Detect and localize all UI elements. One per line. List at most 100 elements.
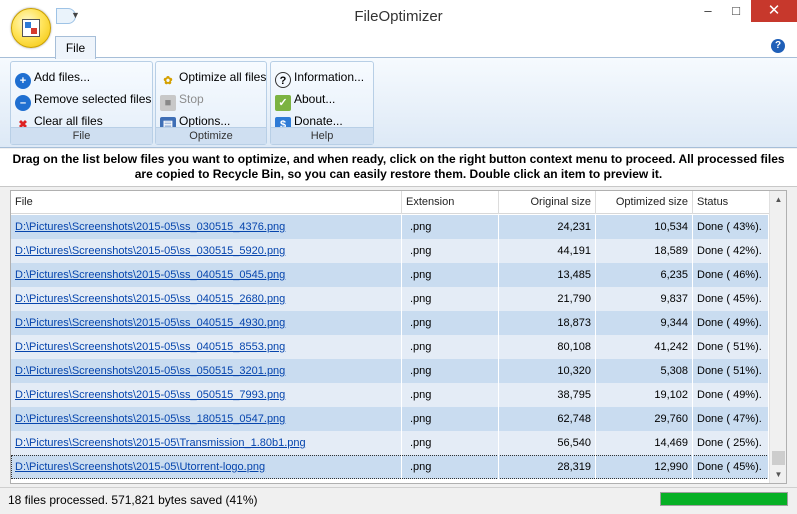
- scroll-up-icon[interactable]: ▲: [770, 191, 786, 208]
- tab-file[interactable]: File: [55, 36, 96, 59]
- cell-original-size: 80,108: [499, 335, 596, 359]
- table-row[interactable]: D:\Pictures\Screenshots\2015-05\Transmis…: [11, 431, 769, 455]
- about-button[interactable]: ✓ About...: [275, 89, 335, 111]
- add-files-button[interactable]: + Add files...: [15, 67, 90, 89]
- cell-optimized-size: 12,990: [596, 455, 693, 479]
- table-row[interactable]: D:\Pictures\Screenshots\2015-05\ss_03051…: [11, 239, 769, 263]
- ribbon: + Add files... – Remove selected files ✖ Cl…: [0, 58, 797, 148]
- progress-bar: [660, 492, 788, 506]
- cell-status: Done ( 49%).: [693, 311, 769, 335]
- table-row[interactable]: D:\Pictures\Screenshots\2015-05\Utorrent…: [11, 455, 769, 479]
- cell-file[interactable]: D:\Pictures\Screenshots\2015-05\ss_18051…: [11, 407, 402, 431]
- about-icon: ✓: [275, 95, 291, 111]
- information-button[interactable]: ? Information...: [275, 67, 364, 88]
- scroll-thumb[interactable]: [772, 451, 785, 465]
- cell-optimized-size: 9,837: [596, 287, 693, 311]
- ribbon-group-optimize: ✿ Optimize all files ■ Stop ▤ Options... Op…: [155, 61, 267, 145]
- donate-label: Donate...: [294, 114, 343, 128]
- close-button[interactable]: ✕: [751, 0, 797, 22]
- cell-file[interactable]: D:\Pictures\Screenshots\2015-05\ss_04051…: [11, 311, 402, 335]
- cell-extension: .png: [402, 287, 499, 311]
- column-header-optimized-size[interactable]: Optimized size: [596, 191, 693, 214]
- options-label: Options...: [179, 114, 231, 128]
- optimize-icon: ✿: [163, 75, 173, 87]
- column-header-original-size[interactable]: Original size: [499, 191, 596, 214]
- table-row[interactable]: D:\Pictures\Screenshots\2015-05\ss_03051…: [11, 215, 769, 239]
- ribbon-tab-row: [0, 34, 797, 58]
- table-row[interactable]: D:\Pictures\Screenshots\2015-05\ss_05051…: [11, 383, 769, 407]
- cell-original-size: 24,231: [499, 215, 596, 239]
- table-row[interactable]: D:\Pictures\Screenshots\2015-05\ss_04051…: [11, 335, 769, 359]
- cell-original-size: 44,191: [499, 239, 596, 263]
- scroll-down-icon[interactable]: ▼: [770, 466, 786, 483]
- cell-extension: .png: [402, 407, 499, 431]
- quick-access-dropdown-icon[interactable]: ▼: [71, 10, 80, 20]
- remove-icon: –: [15, 95, 31, 111]
- cell-extension: .png: [402, 335, 499, 359]
- table-row[interactable]: D:\Pictures\Screenshots\2015-05\ss_05051…: [11, 359, 769, 383]
- cell-status: Done ( 49%).: [693, 383, 769, 407]
- cell-extension: .png: [402, 215, 499, 239]
- cell-status: Done ( 45%).: [693, 287, 769, 311]
- cell-status: Done ( 45%).: [693, 455, 769, 479]
- group-label-optimize: Optimize: [156, 127, 266, 144]
- cell-status: Done ( 25%).: [693, 431, 769, 455]
- cell-extension: .png: [402, 455, 499, 479]
- cell-extension: .png: [402, 359, 499, 383]
- instruction-line-2: are copied to Recycle Bin, so you can ea…: [134, 167, 663, 181]
- cell-file[interactable]: D:\Pictures\Screenshots\2015-05\ss_04051…: [11, 287, 402, 311]
- group-label-help: Help: [271, 127, 373, 144]
- cell-file[interactable]: D:\Pictures\Screenshots\2015-05\ss_03051…: [11, 215, 402, 239]
- remove-files-label: Remove selected files: [34, 92, 152, 106]
- cell-optimized-size: 41,242: [596, 335, 693, 359]
- minimize-button[interactable]: –: [694, 0, 722, 22]
- cell-file[interactable]: D:\Pictures\Screenshots\2015-05\ss_05051…: [11, 359, 402, 383]
- cell-original-size: 21,790: [499, 287, 596, 311]
- stop-button[interactable]: ■ Stop: [160, 89, 204, 111]
- cell-optimized-size: 10,534: [596, 215, 693, 239]
- maximize-button[interactable]: □: [722, 0, 750, 22]
- stop-label: Stop: [179, 92, 204, 106]
- cell-optimized-size: 14,469: [596, 431, 693, 455]
- cell-original-size: 10,320: [499, 359, 596, 383]
- cell-file[interactable]: D:\Pictures\Screenshots\2015-05\Transmis…: [11, 431, 402, 455]
- cell-file[interactable]: D:\Pictures\Screenshots\2015-05\Utorrent…: [11, 455, 402, 479]
- cell-extension: .png: [402, 383, 499, 407]
- table-row[interactable]: D:\Pictures\Screenshots\2015-05\ss_04051…: [11, 287, 769, 311]
- column-header-file[interactable]: File: [11, 191, 402, 214]
- cell-optimized-size: 9,344: [596, 311, 693, 335]
- cell-status: Done ( 47%).: [693, 407, 769, 431]
- application-menu-button[interactable]: [11, 8, 51, 48]
- cell-extension: .png: [402, 311, 499, 335]
- title-bar: FileOptimizer – □ ✕: [0, 0, 797, 34]
- cell-file[interactable]: D:\Pictures\Screenshots\2015-05\ss_04051…: [11, 263, 402, 287]
- ribbon-group-help: ? Information... ✓ About... $ Donate... Hel…: [270, 61, 374, 145]
- column-header-extension[interactable]: Extension: [402, 191, 499, 214]
- cell-status: Done ( 42%).: [693, 239, 769, 263]
- cell-original-size: 62,748: [499, 407, 596, 431]
- ribbon-group-file: + Add files... – Remove selected files ✖ Cl…: [10, 61, 153, 145]
- cell-extension: .png: [402, 239, 499, 263]
- cell-optimized-size: 19,102: [596, 383, 693, 407]
- cell-file[interactable]: D:\Pictures\Screenshots\2015-05\ss_03051…: [11, 239, 402, 263]
- table-row[interactable]: D:\Pictures\Screenshots\2015-05\ss_04051…: [11, 311, 769, 335]
- cell-optimized-size: 18,589: [596, 239, 693, 263]
- vertical-scrollbar[interactable]: ▲ ▼: [769, 191, 786, 483]
- optimize-all-files-button[interactable]: ✿ Optimize all files: [160, 67, 266, 87]
- information-icon: ?: [275, 72, 291, 88]
- cell-file[interactable]: D:\Pictures\Screenshots\2015-05\ss_05051…: [11, 383, 402, 407]
- optimize-all-label: Optimize all files: [179, 70, 267, 84]
- window-title: FileOptimizer: [354, 8, 443, 25]
- status-text: 18 files processed. 571,821 bytes saved …: [8, 493, 258, 507]
- table-row[interactable]: D:\Pictures\Screenshots\2015-05\ss_04051…: [11, 263, 769, 287]
- stop-icon: ■: [160, 95, 176, 111]
- cell-optimized-size: 29,760: [596, 407, 693, 431]
- help-icon[interactable]: ?: [771, 39, 785, 53]
- table-row[interactable]: D:\Pictures\Screenshots\2015-05\ss_18051…: [11, 407, 769, 431]
- file-list[interactable]: File Extension Original size Optimized s…: [10, 190, 787, 484]
- remove-selected-files-button[interactable]: – Remove selected files: [15, 89, 152, 111]
- cell-original-size: 28,319: [499, 455, 596, 479]
- cell-file[interactable]: D:\Pictures\Screenshots\2015-05\ss_04051…: [11, 335, 402, 359]
- cell-optimized-size: 5,308: [596, 359, 693, 383]
- column-header-status[interactable]: Status: [693, 191, 769, 214]
